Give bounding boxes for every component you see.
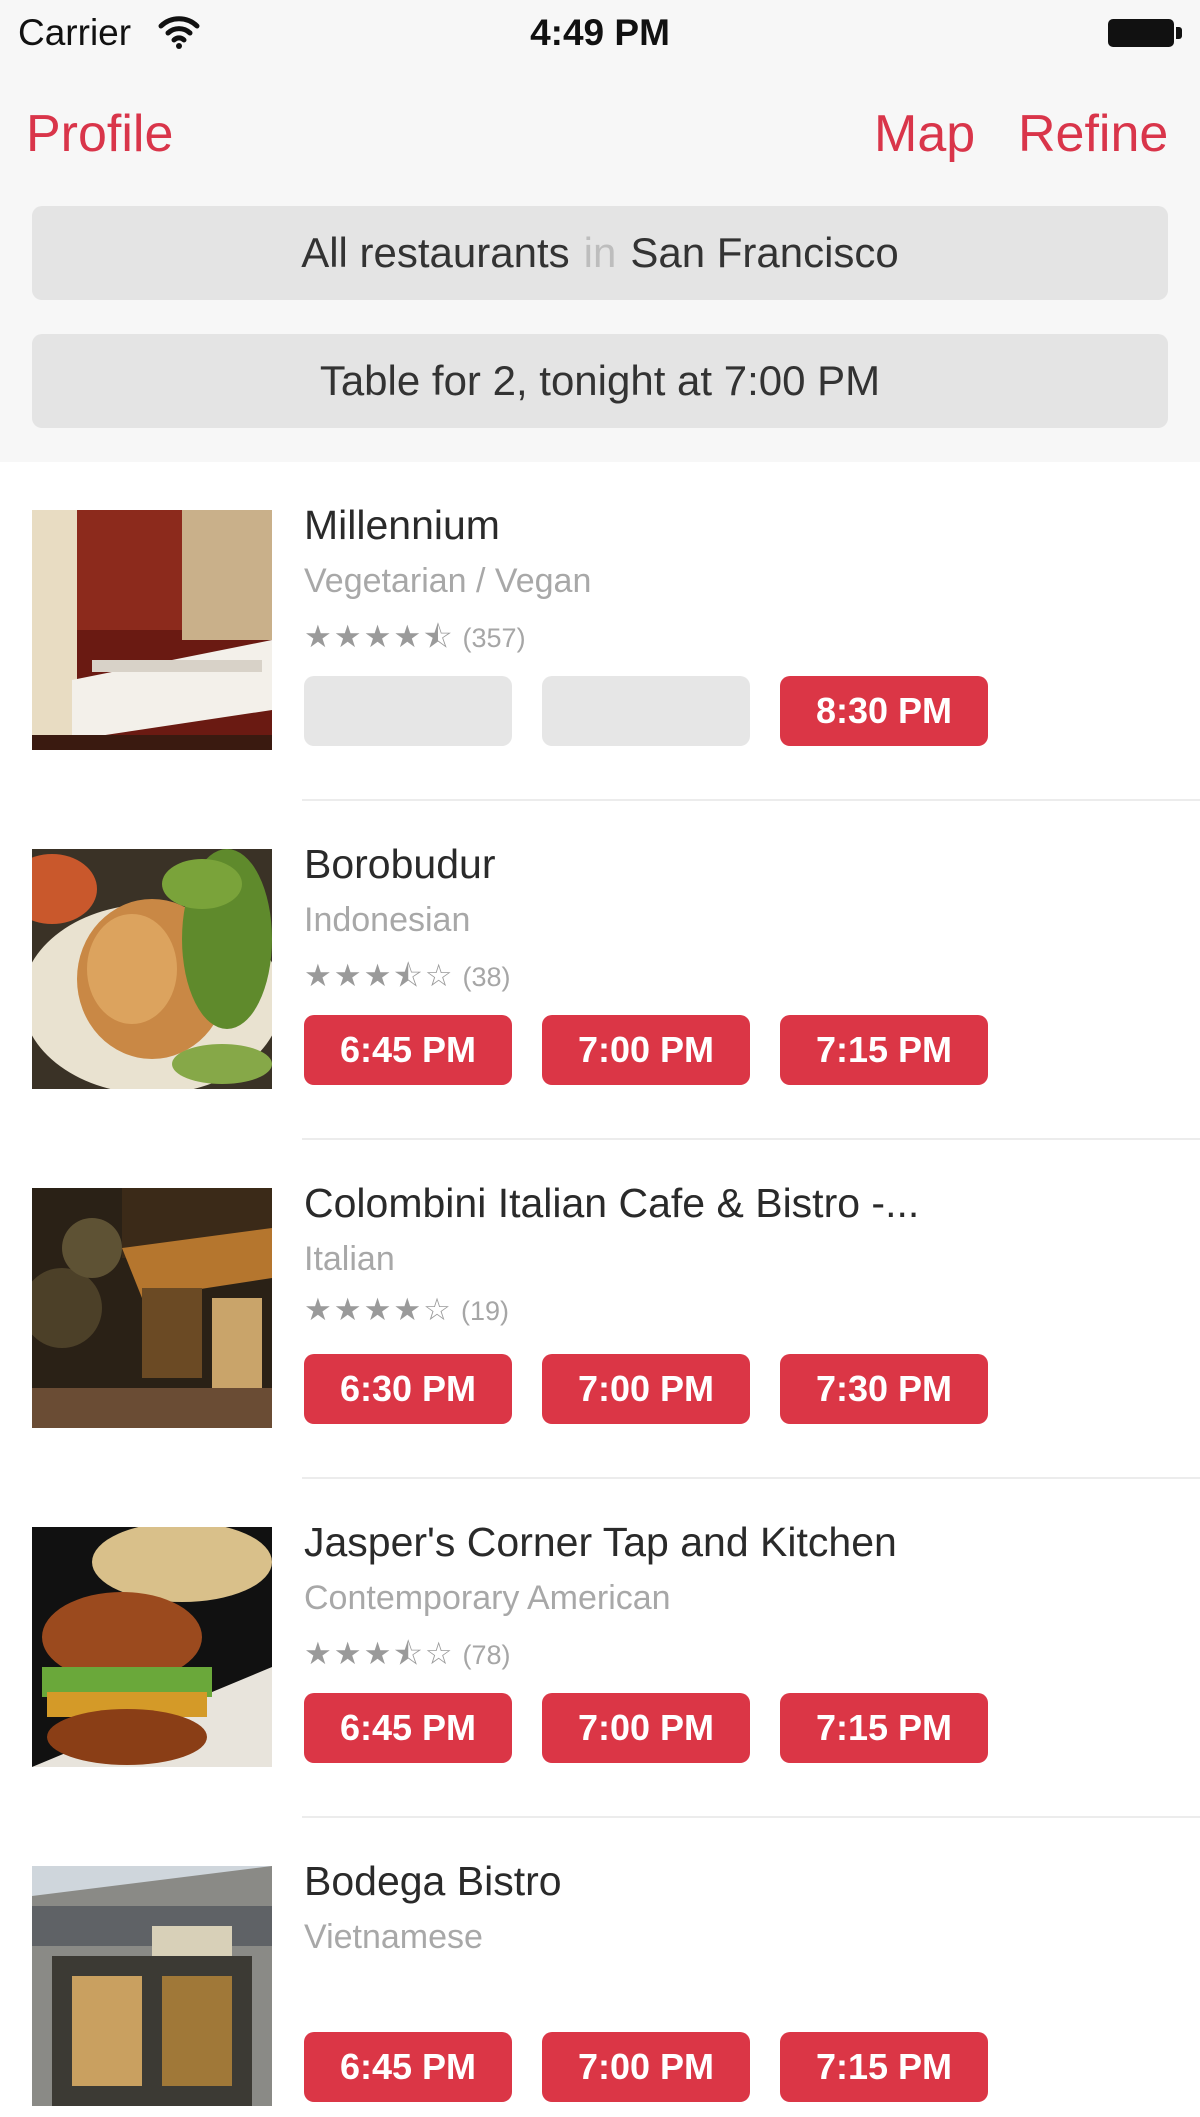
restaurant-name: Colombini Italian Cafe & Bistro -... [304,1180,920,1226]
time-slot-button[interactable]: 7:15 PM [780,2032,988,2102]
time-slot-button[interactable]: 6:30 PM [304,1354,512,1424]
restaurant-cuisine: Vegetarian / Vegan [304,562,592,600]
refine-button[interactable]: Refine [1018,104,1168,164]
restaurant-name: Borobudur [304,841,496,887]
star-rating: ★★★★☆ (19) [304,1292,509,1328]
list-item[interactable]: Millennium Vegetarian / Vegan ★★★★⯪ (357)… [0,462,1200,801]
status-time: 4:49 PM [530,12,670,53]
time-slot-button[interactable]: 7:30 PM [780,1354,988,1424]
time-slot-button [304,676,512,746]
rating-stars: ★★★★⯪ [304,619,455,654]
restaurant-cuisine: Indonesian [304,901,471,939]
location-filter-button[interactable]: All restaurants in San Francisco [32,206,1168,300]
reservation-label: Table for 2, tonight at 7:00 PM [319,357,881,404]
review-count: (19) [460,1296,509,1326]
time-slot-button[interactable]: 7:00 PM [542,1015,750,1085]
star-rating: ★★★★⯪ (357) [304,614,526,667]
review-count: (38) [462,962,511,992]
time-slot-button[interactable]: 6:45 PM [304,1693,512,1763]
restaurant-photo [32,1866,272,2106]
restaurant-photo [32,1527,272,1767]
map-button[interactable]: Map [874,104,975,164]
star-rating: ★★★⯪☆ (38) [304,953,511,1006]
restaurant-cuisine: Italian [304,1240,395,1278]
time-slot-button[interactable]: 7:00 PM [542,1354,750,1424]
status-bar: Carrier 4:49 PM [0,0,1200,66]
time-slot-button[interactable]: 7:15 PM [780,1015,988,1085]
time-slot-button[interactable]: 8:30 PM [780,676,988,746]
time-slot-button[interactable]: 7:00 PM [542,1693,750,1763]
restaurant-cuisine: Contemporary American [304,1579,671,1617]
time-slot-button[interactable]: 6:45 PM [304,2032,512,2102]
time-slot-button[interactable]: 7:15 PM [780,1693,988,1763]
restaurant-name: Millennium [304,502,500,548]
star-rating: ★★★⯪☆ (78) [304,1631,511,1684]
battery-icon [1108,19,1182,47]
rating-stars: ★★★⯪☆ [304,1636,455,1671]
restaurant-photo [32,849,272,1089]
in-label: in [583,229,617,276]
restaurant-name: Bodega Bistro [304,1858,562,1904]
review-count: (357) [462,623,526,653]
header-area: Carrier 4:49 PM Profile Map Refine All r… [0,0,1200,462]
restaurant-photo [32,510,272,750]
time-slot-button [542,676,750,746]
review-count: (78) [462,1640,511,1670]
profile-button[interactable]: Profile [26,104,173,164]
restaurant-name: Jasper's Corner Tap and Kitchen [304,1519,897,1565]
rating-stars: ★★★⯪☆ [304,958,455,993]
category-label: All restaurants [301,229,570,276]
list-item[interactable]: Jasper's Corner Tap and Kitchen Contempo… [0,1479,1200,1818]
time-slot-button[interactable]: 7:00 PM [542,2032,750,2102]
app-screen: Carrier 4:49 PM Profile Map Refine All r… [0,0,1200,2117]
time-slot-button[interactable]: 6:45 PM [304,1015,512,1085]
restaurant-cuisine: Vietnamese [304,1918,483,1956]
rating-stars: ★★★★☆ [304,1292,453,1327]
city-label: San Francisco [630,229,899,276]
list-item[interactable]: Borobudur Indonesian ★★★⯪☆ (38) 6:45 PM 7… [0,801,1200,1140]
reservation-filter-button[interactable]: Table for 2, tonight at 7:00 PM [32,334,1168,428]
list-item[interactable]: Colombini Italian Cafe & Bistro -... Ita… [0,1140,1200,1479]
list-item[interactable]: Bodega Bistro Vietnamese 6:45 PM 7:00 PM… [0,1818,1200,2117]
restaurant-photo [32,1188,272,1428]
